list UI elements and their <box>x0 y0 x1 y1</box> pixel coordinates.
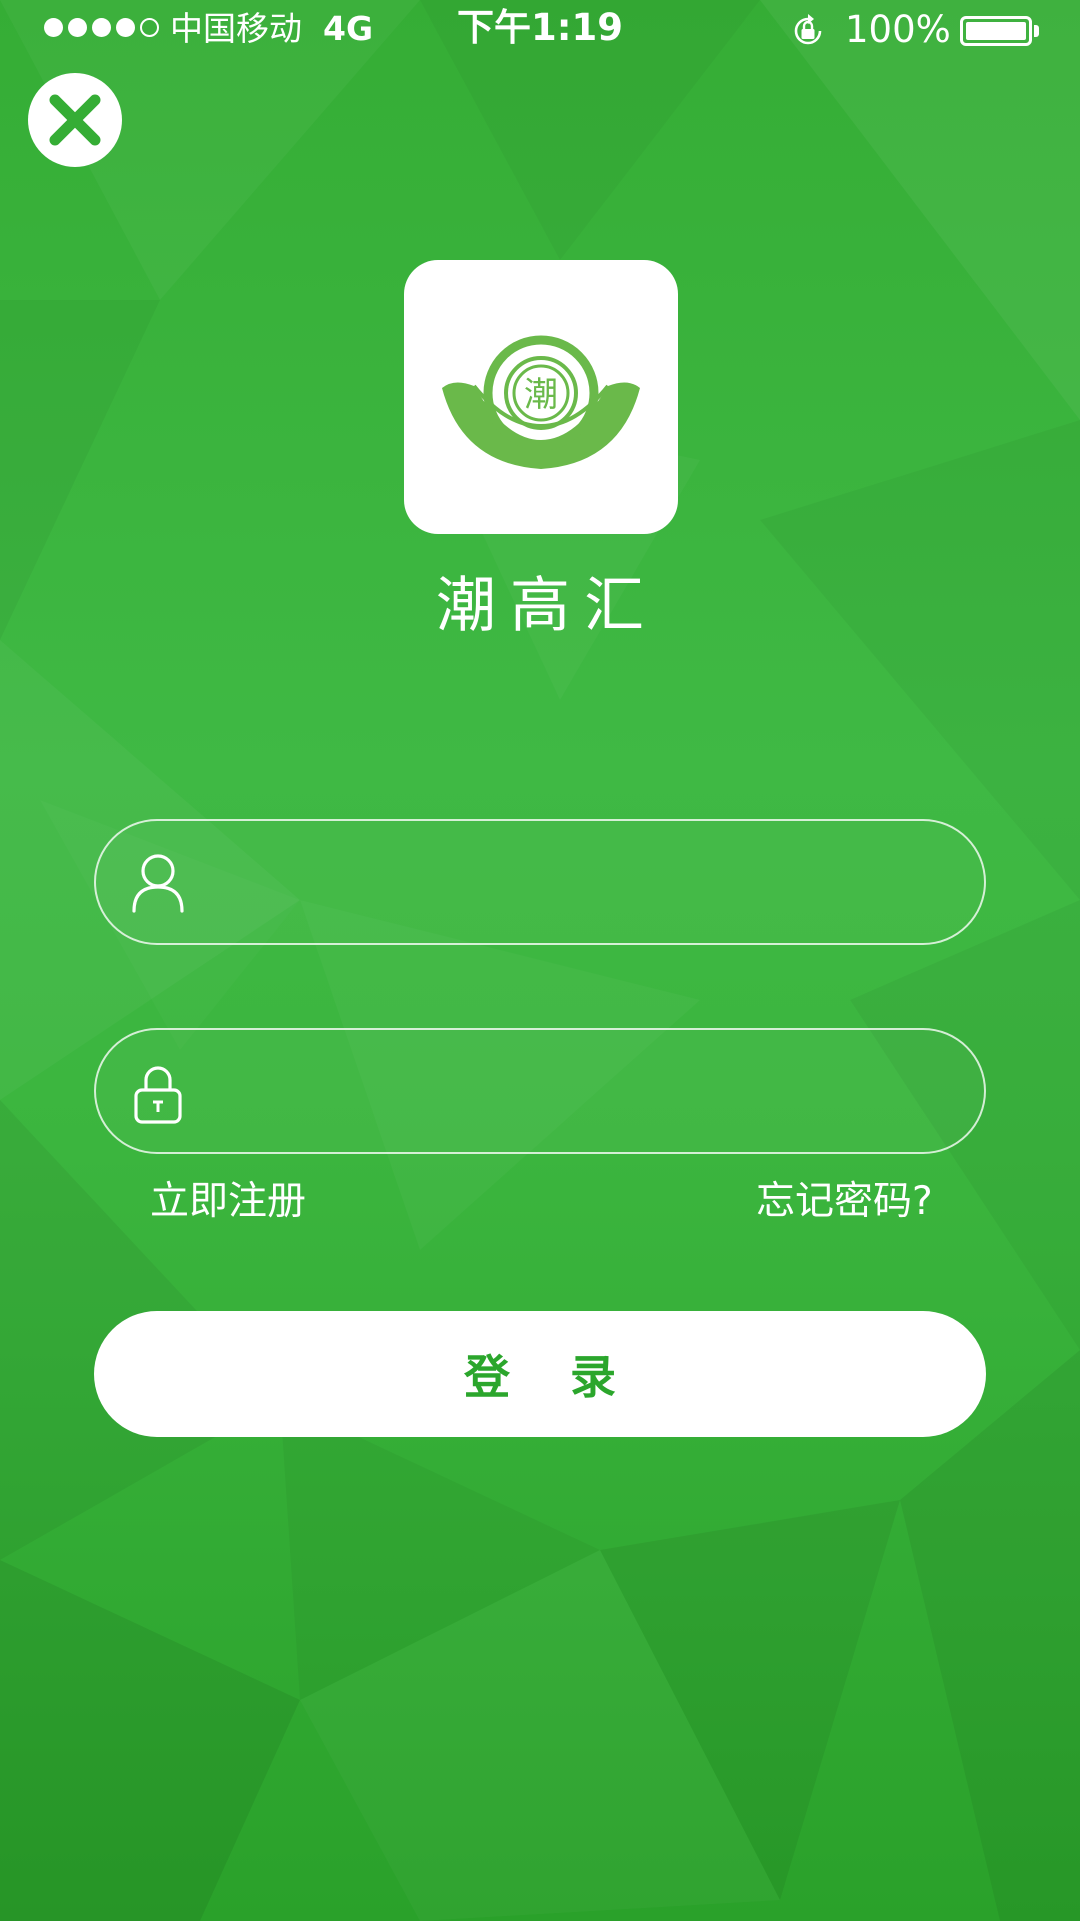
status-bar: 中国移动 4G 下午1:19 100% <box>0 0 1080 58</box>
ingot-logo-icon: 潮 <box>442 335 640 469</box>
login-button[interactable]: 登 录 <box>94 1311 986 1437</box>
battery-tip <box>1034 25 1039 37</box>
battery-percentage: 100% <box>845 8 951 51</box>
password-field[interactable] <box>94 1028 986 1154</box>
username-input[interactable] <box>214 821 954 943</box>
password-input[interactable] <box>214 1030 954 1152</box>
login-screen: 中国移动 4G 下午1:19 100% 潮 潮高汇 立即注册 忘记密码? 登 录 <box>0 0 1080 1921</box>
user-icon <box>132 854 184 913</box>
close-button[interactable] <box>28 73 122 167</box>
username-field[interactable] <box>94 819 986 945</box>
lock-icon <box>134 1066 182 1124</box>
battery-level <box>966 22 1026 40</box>
battery-icon <box>960 16 1032 46</box>
rotation-lock-icon <box>794 14 822 45</box>
close-icon <box>49 94 101 146</box>
register-link[interactable]: 立即注册 <box>150 1176 306 1228</box>
logo-seal-text: 潮 <box>524 375 558 415</box>
forgot-password-link[interactable]: 忘记密码? <box>756 1176 933 1228</box>
app-logo: 潮 <box>404 260 678 534</box>
app-name: 潮高汇 <box>436 571 658 641</box>
